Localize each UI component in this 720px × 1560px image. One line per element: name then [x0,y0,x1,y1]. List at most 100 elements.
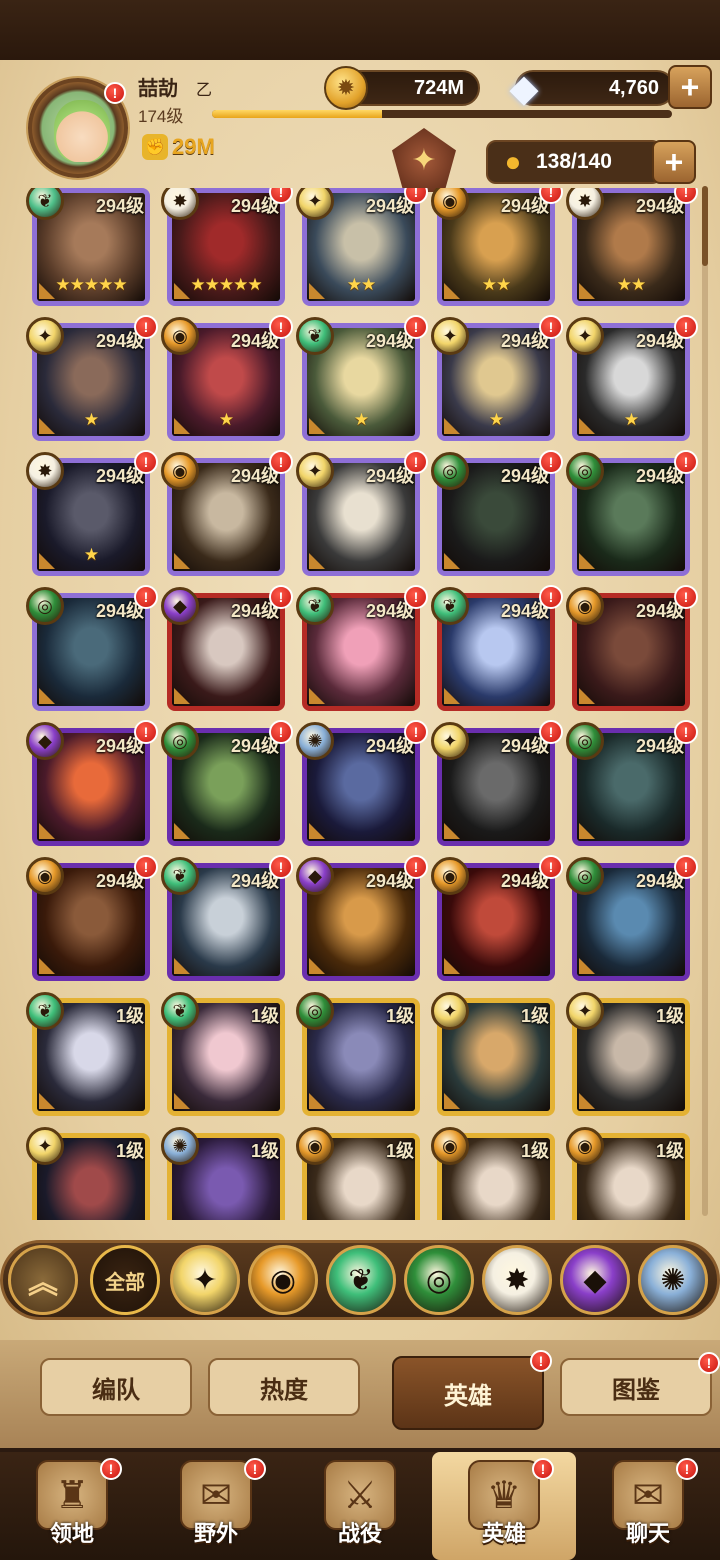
filter-lightbearer-icon[interactable]: ✦ [170,1245,240,1315]
hero-alert-badge: ! [269,315,293,339]
add-gems-button[interactable]: + [668,65,712,109]
hero-card[interactable]: ◎ 294级! [566,720,698,846]
lightbearer-faction-icon: ✦ [431,992,469,1030]
wilder-faction-icon: ❦ [431,587,469,625]
scrollbar-thumb[interactable] [702,186,708,266]
hero-card[interactable]: ★★★★★ ✸ 294级! [161,188,293,306]
hero-card[interactable]: ★ ✦ 294级! [566,315,698,441]
hero-card[interactable]: ✺ 1级 [161,1127,285,1220]
nav-item-4[interactable]: ✉ 聊天! [576,1452,720,1560]
hero-card[interactable]: ◉ 294级! [431,855,563,981]
hero-alert-badge: ! [404,855,428,879]
hero-card[interactable]: ◎ 294级! [566,855,698,981]
hero-alert-badge: ! [269,450,293,474]
hero-card[interactable]: ★ ❦ 294级! [296,315,428,441]
hero-grid: ★★★★★ ❦ 294级 ★★★★★ ✸ 294级! ★★ ✦ 294级! ★★ ◉ 294级! ★★ ✸… [24,188,700,1220]
nav-item-1[interactable]: ✉ 野外! [144,1452,288,1560]
hero-card[interactable]: ✦ 1级 [566,992,690,1116]
wilder-faction-icon: ❦ [26,992,64,1030]
hero-card[interactable]: ◆ 294级! [296,855,428,981]
hero-card[interactable]: ◉ 294级! [26,855,158,981]
subtab-0[interactable]: 编队 [40,1358,192,1416]
subtab-2[interactable]: 英雄! [392,1350,552,1430]
wilder-faction-icon: ❦ [296,587,334,625]
mauler-faction-icon: ◉ [431,1127,469,1165]
player-name-suffix: 乙 [196,82,213,99]
add-hero-slots-button[interactable]: + [652,140,696,184]
nav-item-2[interactable]: ⚔ 战役 [288,1452,432,1560]
nav-alert-badge: ! [100,1458,122,1480]
nav-label: 领地 [49,1521,94,1546]
hero-stars: ★ [353,410,369,429]
hero-card[interactable]: ❦ 294级! [161,855,293,981]
hero-card[interactable]: ★★ ✸ 294级! [566,188,698,306]
celestial-faction-icon: ✸ [26,452,64,490]
hero-card[interactable]: ★★ ✦ 294级! [296,188,428,306]
hero-alert-badge: ! [134,585,158,609]
hero-card[interactable]: ◎ 294级! [161,720,293,846]
graveborn-faction-icon: ◎ [431,452,469,490]
hero-card[interactable]: ◆ 294级! [161,585,293,711]
avatar-portrait [54,100,110,162]
hero-card[interactable]: ◉ 1级 [566,1127,690,1220]
hero-card[interactable]: ✦ 1级 [431,992,555,1116]
lightbearer-faction-icon: ✦ [26,317,64,355]
hero-alert-badge: ! [134,450,158,474]
hero-stars: ★ [623,410,639,429]
gold-coin-icon: ✹ [324,66,368,110]
hero-card[interactable]: ◉ 294级! [161,450,293,576]
hero-card[interactable]: ◉ 1级 [431,1127,555,1220]
hero-card[interactable]: ◉ 294级! [566,585,698,711]
chevron-up-icon[interactable]: ︽ [8,1245,78,1315]
hero-card[interactable]: ❦ 1级 [161,992,285,1116]
avatar-alert-badge: ! [104,82,126,104]
hero-card[interactable]: ◎ 294级! [566,450,698,576]
nav-label: 战役 [337,1521,382,1546]
hero-alert-badge: ! [539,855,563,879]
graveborn-faction-icon: ◎ [566,722,604,760]
lightbearer-faction-icon: ✦ [26,1127,64,1165]
hero-grid-area[interactable]: ★★★★★ ❦ 294级 ★★★★★ ✸ 294级! ★★ ✦ 294级! ★★ ◉ 294级! ★★ ✸… [24,188,700,1220]
hero-level: 1级 [655,1141,684,1161]
hero-card[interactable]: ◎ 294级! [26,585,158,711]
hero-card[interactable]: ★ ✸ 294级! [26,450,158,576]
hero-card[interactable]: ★★★★★ ❦ 294级 [26,188,150,306]
mauler-faction-icon: ◉ [566,587,604,625]
mauler-faction-icon: ◉ [161,452,199,490]
hero-card[interactable]: ★ ◉ 294级! [161,315,293,441]
nav-alert-badge: ! [532,1458,554,1480]
mauler-faction-icon: ◉ [161,317,199,355]
hero-card[interactable]: ❦ 294级! [431,585,563,711]
nav-alert-badge: ! [676,1458,698,1480]
filter-hypogean-icon[interactable]: ◆ [560,1245,630,1315]
hero-level: 1级 [115,1006,144,1026]
filter-graveborn-icon[interactable]: ◎ [404,1245,474,1315]
mauler-faction-icon: ◉ [566,1127,604,1165]
hero-card[interactable]: ★ ✦ 294级! [431,315,563,441]
hero-card[interactable]: ❦ 294级! [296,585,428,711]
filter-celestial-icon[interactable]: ✸ [482,1245,552,1315]
hero-card[interactable]: ◎ 1级 [296,992,420,1116]
hero-card[interactable]: ✦ 294级! [431,720,563,846]
filter-dimensional-icon[interactable]: ✺ [638,1245,708,1315]
filter-mauler-icon[interactable]: ◉ [248,1245,318,1315]
hero-card[interactable]: ✺ 294级! [296,720,428,846]
hero-card[interactable]: ★ ✦ 294级! [26,315,158,441]
hero-card[interactable]: ✦ 1级 [26,1127,150,1220]
subtab-1[interactable]: 热度 [208,1358,360,1416]
wilder-faction-icon: ❦ [161,992,199,1030]
hero-card[interactable]: ◆ 294级! [26,720,158,846]
subtab-label: 图鉴 [612,1376,660,1404]
nav-item-3[interactable]: ♛ 英雄! [432,1452,576,1560]
scrollbar-track[interactable] [702,186,708,1216]
hero-card[interactable]: ❦ 1级 [26,992,150,1116]
hero-card[interactable]: ◉ 1级 [296,1127,420,1220]
hero-card[interactable]: ✦ 294级! [296,450,428,576]
hero-card[interactable]: ★★ ◉ 294级! [431,188,563,306]
filter-all-button[interactable]: 全部 [90,1245,160,1315]
subtab-3[interactable]: 图鉴! [560,1352,720,1416]
filter-wilder-icon[interactable]: ❦ [326,1245,396,1315]
hypogean-faction-icon: ◆ [26,722,64,760]
hero-card[interactable]: ◎ 294级! [431,450,563,576]
nav-item-0[interactable]: ♜ 领地! [0,1452,144,1560]
